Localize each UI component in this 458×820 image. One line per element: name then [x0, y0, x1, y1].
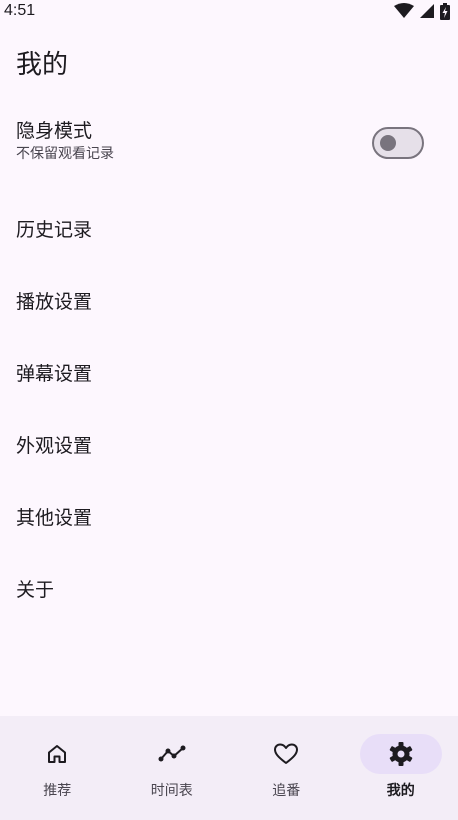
nav-item-following[interactable]: 追番	[229, 716, 344, 820]
incognito-mode-row[interactable]: 隐身模式 不保留观看记录	[0, 108, 458, 192]
menu-item-about[interactable]: 关于	[0, 552, 458, 624]
nav-label-timetable: 时间表	[150, 783, 193, 799]
status-bar: 4:51	[0, 0, 458, 22]
home-icon	[48, 745, 67, 763]
bottom-navigation-bar: 推荐 时间表 追番 我的	[0, 716, 458, 820]
menu-item-history[interactable]: 历史记录	[0, 192, 458, 264]
menu-item-appearance-settings[interactable]: 外观设置	[0, 408, 458, 480]
nav-label-recommend: 推荐	[43, 783, 72, 799]
nav-item-mine[interactable]: 我的	[344, 716, 458, 820]
toggle-thumb	[380, 135, 396, 151]
wifi-icon	[394, 3, 414, 18]
timeline-icon	[158, 745, 186, 762]
settings-list: 隐身模式 不保留观看记录 历史记录 播放设置 弹幕设置 外观设置 其他设置 关于	[0, 108, 458, 624]
page-title: 我的	[16, 50, 69, 80]
status-time: 4:51	[4, 2, 36, 19]
incognito-mode-toggle[interactable]	[372, 127, 424, 159]
status-icons	[394, 2, 450, 20]
gear-icon	[389, 742, 413, 766]
menu-item-other-settings[interactable]: 其他设置	[0, 480, 458, 552]
menu-item-playback-settings[interactable]: 播放设置	[0, 264, 458, 336]
nav-label-mine: 我的	[386, 783, 415, 799]
nav-item-recommend[interactable]: 推荐	[0, 716, 115, 820]
menu-item-danmaku-settings[interactable]: 弹幕设置	[0, 336, 458, 408]
heart-icon	[274, 743, 299, 764]
nav-icon-container	[245, 734, 327, 774]
nav-item-timetable[interactable]: 时间表	[115, 716, 230, 820]
battery-charging-icon	[440, 2, 450, 20]
cellular-signal-icon	[420, 4, 434, 18]
nav-icon-container	[16, 734, 98, 774]
nav-active-indicator	[359, 734, 442, 774]
nav-icon-container	[131, 734, 213, 774]
nav-label-following: 追番	[272, 783, 301, 799]
